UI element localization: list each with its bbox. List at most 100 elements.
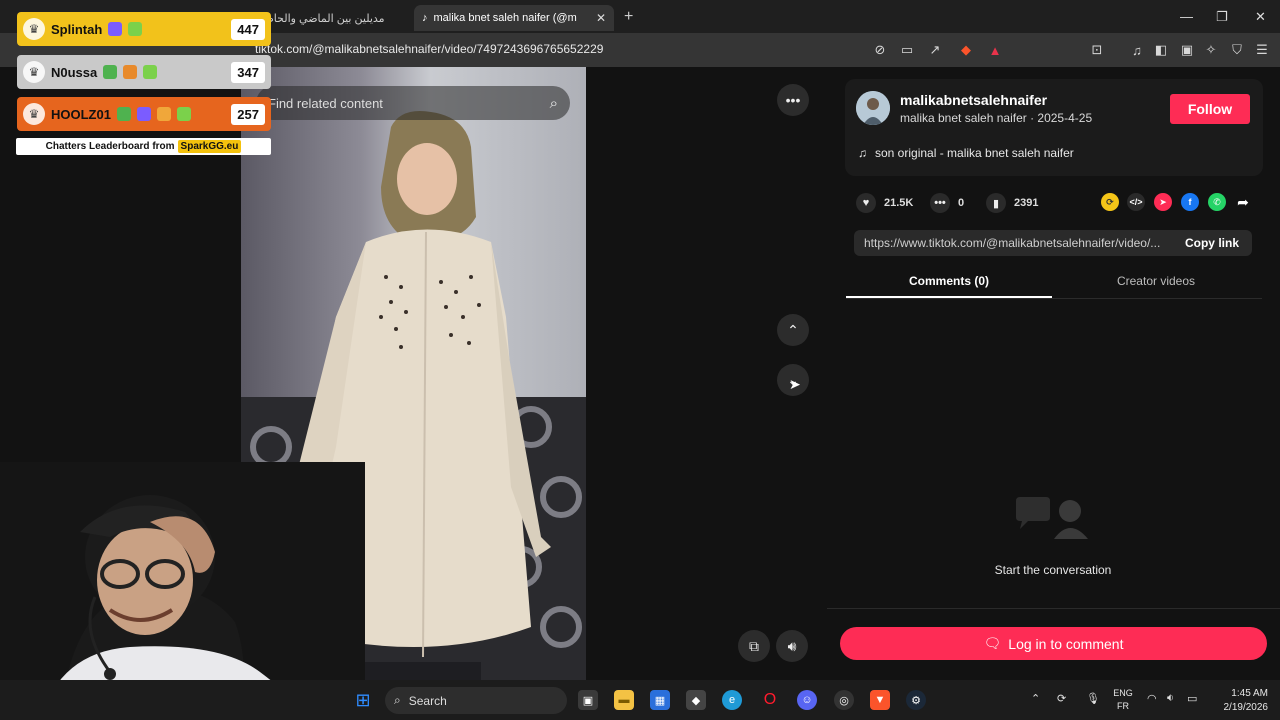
badge-icon: [143, 65, 158, 79]
volume-button[interactable]: 🔊︎: [776, 630, 808, 662]
tab-active[interactable]: ♪ malika bnet saleh naifer (@m ✕: [414, 5, 614, 31]
app-icon-2[interactable]: ◎: [834, 690, 854, 710]
app-icon[interactable]: ◆: [686, 690, 706, 710]
brave-shields-icon[interactable]: ◆: [957, 41, 975, 59]
tab-creator-videos[interactable]: Creator videos: [1053, 274, 1259, 298]
url-text[interactable]: tiktok.com/@malikabnetsalehnaifer/video/…: [255, 42, 603, 56]
clock-time: 1:45 AM: [1231, 688, 1268, 699]
login-to-comment-button[interactable]: 🗨︎ Log in to comment: [840, 627, 1267, 660]
no-tracking-icon[interactable]: ⊘: [871, 41, 889, 59]
leaderboard-footer-text: Chatters Leaderboard from: [45, 141, 175, 152]
tab-active-title: malika bnet saleh naifer (@m: [433, 12, 577, 24]
brave-rewards-icon[interactable]: ▲: [986, 41, 1004, 59]
embed-icon[interactable]: </>: [1127, 193, 1145, 211]
language-line2: FR: [1117, 701, 1129, 711]
badge-icon: [136, 107, 151, 121]
repost-icon[interactable]: ⟳: [1101, 193, 1119, 211]
wallet-icon[interactable]: ▣: [1178, 41, 1196, 59]
more-options-button[interactable]: •••: [777, 84, 809, 116]
leaderboard-entry: ♛ HOOLZ01 257: [17, 97, 271, 131]
previous-video-button[interactable]: ⌃: [777, 314, 809, 346]
login-to-comment-label: Log in to comment: [1008, 635, 1124, 652]
screen: مديلين بين الماضي والحاضر – حا ♪ malika …: [0, 0, 1280, 720]
like-stat[interactable]: ♥ 21.5K: [856, 193, 913, 213]
badge-icon: [123, 65, 138, 79]
send-icon[interactable]: ➤: [1154, 193, 1172, 211]
edge-icon[interactable]: e: [722, 690, 742, 710]
taskbar-clock[interactable]: 1:45 AM 2/19/2026: [1216, 687, 1269, 715]
badge-icon: [176, 107, 191, 121]
search-icon: ⌕: [394, 693, 401, 707]
chevron-up-icon: ⌃: [787, 321, 799, 338]
copy-link-button[interactable]: Copy link: [1172, 236, 1252, 250]
steam-icon[interactable]: ⚙: [906, 690, 926, 710]
leaderboard-entry: ♛ Splintah 447: [17, 12, 271, 46]
badge-icon: [108, 22, 123, 36]
microsoft-store-icon[interactable]: ▦: [650, 690, 670, 710]
save-count: 2391: [1014, 197, 1039, 209]
language-indicator[interactable]: ENG FR: [1112, 687, 1134, 713]
follow-button[interactable]: Follow: [1170, 94, 1250, 124]
windows-start-icon[interactable]: ⊞: [353, 690, 373, 710]
save-stat[interactable]: ▮ 2391: [986, 193, 1038, 213]
like-count: 21.5K: [884, 197, 914, 209]
floating-player-button[interactable]: ⧉: [738, 630, 770, 662]
menu-icon[interactable]: ☰: [1253, 41, 1271, 59]
battery-icon[interactable]: ▭: [1187, 692, 1197, 705]
share-page-icon[interactable]: ↗: [926, 41, 944, 59]
new-tab-button[interactable]: +: [624, 8, 633, 26]
facebook-icon[interactable]: f: [1181, 193, 1199, 211]
minimize-window-button[interactable]: —: [1180, 9, 1193, 24]
crown-icon: ♛: [23, 103, 45, 125]
whatsapp-icon[interactable]: ✆: [1208, 193, 1226, 211]
restore-window-button[interactable]: ❐: [1216, 9, 1228, 25]
taskbar-search-label: Search: [408, 693, 447, 708]
tab-comments[interactable]: Comments (0): [846, 274, 1052, 298]
brave-icon[interactable]: ▼: [870, 690, 890, 710]
leaderboard-score: 347: [231, 61, 265, 83]
empty-comments-icon: [1016, 497, 1088, 539]
leaderboard-footer: Chatters Leaderboard from SparkGG.eu: [16, 138, 271, 155]
badge-icon: [103, 65, 118, 79]
cast-icon[interactable]: ▭: [898, 41, 916, 59]
leaderboard-score: 447: [231, 18, 265, 40]
file-explorer-icon[interactable]: ▬: [614, 690, 634, 710]
related-search-placeholder: Find related content: [268, 95, 383, 111]
mouse-cursor-icon: ➤: [789, 376, 801, 392]
music-link[interactable]: ♫ son original - malika bnet saleh naife…: [858, 146, 1074, 160]
sync-icon[interactable]: ⟳: [1057, 692, 1066, 705]
music-note-icon: ♫: [858, 146, 867, 160]
task-view-icon[interactable]: ▣: [578, 690, 598, 710]
clock-date: 2/19/2026: [1223, 702, 1269, 713]
comment-icon: •••: [930, 193, 950, 213]
share-more-icon[interactable]: ➦: [1234, 193, 1252, 211]
crown-icon: ♛: [23, 18, 45, 40]
music-title: son original - malika bnet saleh naifer: [875, 146, 1074, 160]
speaker-icon[interactable]: 🔉︎: [1167, 692, 1174, 705]
tiktok-icon: ♪: [422, 12, 428, 24]
comment-count: 0: [958, 197, 965, 209]
author-username[interactable]: malikabnetsalehnaifer: [900, 92, 1047, 108]
related-search-input[interactable]: Find related content ⌕: [256, 86, 570, 120]
badge-icon: [116, 107, 131, 121]
leo-ai-icon[interactable]: ✧: [1202, 41, 1220, 59]
tab-divider: [846, 298, 1262, 299]
wifi-icon[interactable]: ◠: [1147, 692, 1157, 705]
badge-icon: [156, 107, 171, 121]
close-tab-icon[interactable]: ✕: [596, 11, 606, 25]
sidebar-icon[interactable]: ◧: [1152, 41, 1170, 59]
screenshot-icon[interactable]: ⊡: [1088, 41, 1106, 59]
microphone-icon[interactable]: 🎙︎: [1086, 692, 1100, 705]
comment-stat[interactable]: ••• 0: [930, 193, 964, 213]
avatar[interactable]: [856, 91, 890, 125]
search-icon[interactable]: ⌕: [550, 95, 558, 112]
badge-icon: [128, 22, 143, 36]
opera-icon[interactable]: O: [760, 690, 780, 710]
vpn-icon[interactable]: ⛉: [1228, 41, 1246, 59]
taskbar-search[interactable]: ⌕ Search: [385, 687, 567, 714]
tray-expand-icon[interactable]: ⌃: [1031, 692, 1040, 705]
discord-icon[interactable]: ☺: [797, 690, 817, 710]
leaderboard-name: Splintah: [51, 21, 103, 37]
media-icon[interactable]: ♫: [1128, 41, 1146, 59]
close-window-button[interactable]: ✕: [1255, 9, 1266, 25]
